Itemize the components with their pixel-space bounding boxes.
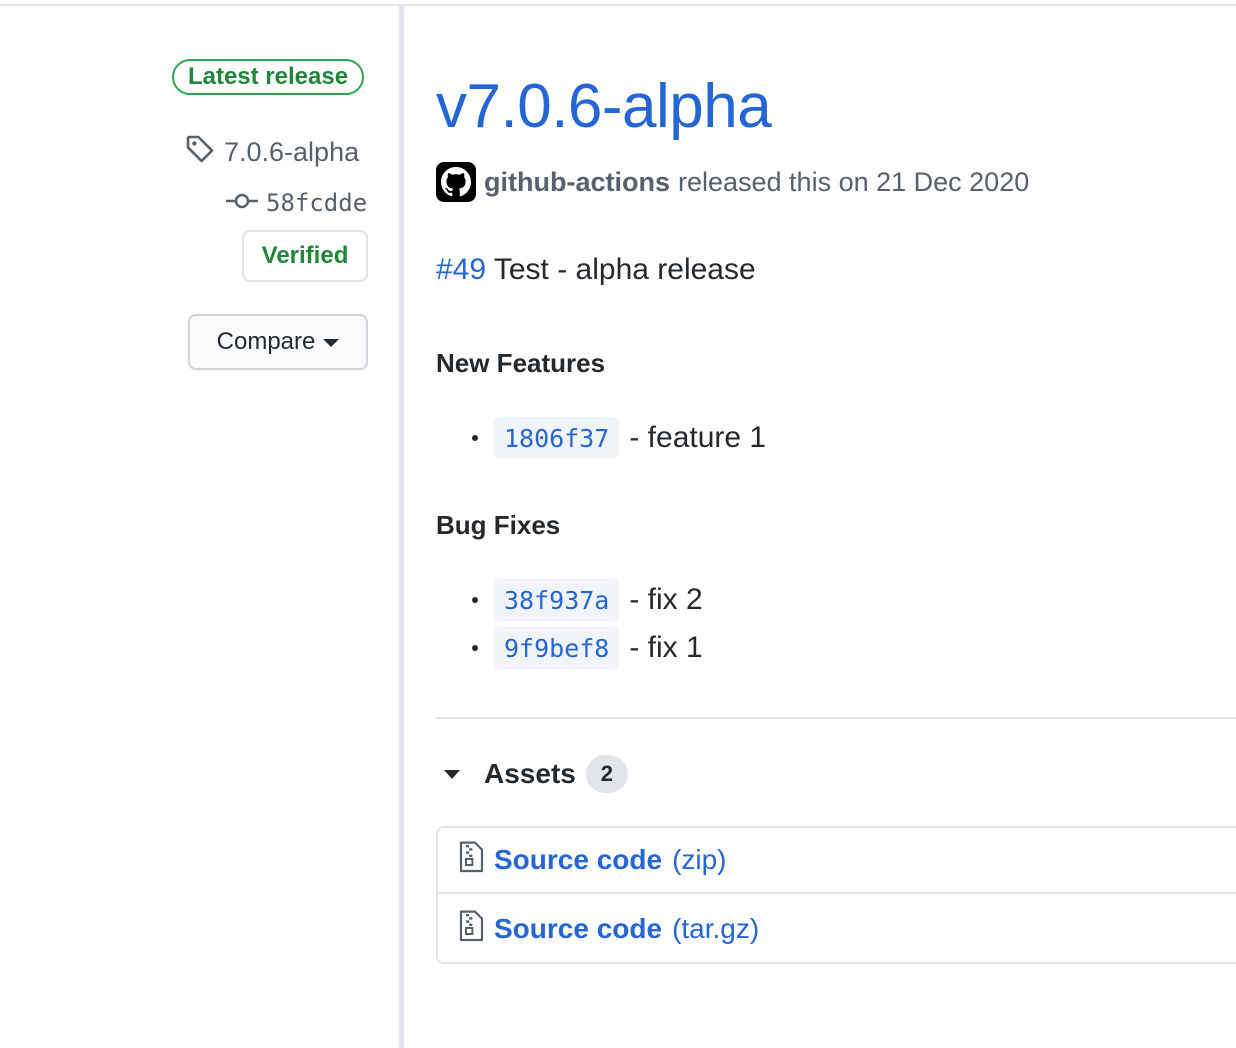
pr-link[interactable]: #49 xyxy=(436,253,486,286)
tag-link[interactable]: 7.0.6-alpha xyxy=(184,132,359,172)
compare-label: Compare xyxy=(216,328,316,355)
assets-label: Assets xyxy=(484,758,576,789)
bullet xyxy=(472,645,478,651)
asset-ext[interactable]: (zip) xyxy=(672,844,726,876)
triangle-down-icon xyxy=(444,769,460,779)
asset-name[interactable]: Source code xyxy=(494,913,662,945)
file-zip-icon xyxy=(458,841,484,880)
asset-ext[interactable]: (tar.gz) xyxy=(672,913,759,945)
release-title[interactable]: v7.0.6-alpha xyxy=(436,68,772,146)
section-heading-features: New Features xyxy=(436,348,606,378)
list-item: 9f9bef8 - fix 1 xyxy=(472,627,703,669)
commit-icon xyxy=(226,189,258,217)
asset-name[interactable]: Source code xyxy=(494,844,662,876)
bullet xyxy=(472,435,478,441)
commit-sha-link[interactable]: 1806f37 xyxy=(494,417,620,459)
verified-badge[interactable]: Verified xyxy=(242,230,368,282)
github-logo-icon[interactable] xyxy=(436,162,476,202)
release-date-text: released this on 21 Dec 2020 xyxy=(677,166,1030,197)
release-sidebar: Latest release 7.0.6-alpha 58fcdde Verif… xyxy=(0,0,399,1048)
asset-item-targz[interactable]: Source code (tar.gz) xyxy=(438,896,1236,962)
compare-button[interactable]: Compare xyxy=(188,314,368,370)
assets-toggle[interactable]: Assets 2 xyxy=(436,752,628,796)
assets-list: Source code (zip) Source code (tar.gz) xyxy=(436,826,1236,964)
asset-item-zip[interactable]: Source code (zip) xyxy=(438,828,1236,894)
release-author[interactable]: github-actions xyxy=(484,167,670,198)
bullet xyxy=(472,597,478,603)
section-divider xyxy=(436,717,1236,719)
pr-summary: #49 Test - alpha release xyxy=(436,253,756,287)
section-heading-bug-fixes: Bug Fixes xyxy=(436,510,561,540)
latest-release-label: Latest release xyxy=(187,63,349,90)
tag-name: 7.0.6-alpha xyxy=(224,136,360,167)
item-text: - fix 2 xyxy=(629,583,703,616)
assets-count-badge: 2 xyxy=(585,755,628,793)
release-byline: github-actions released this on 21 Dec 2… xyxy=(436,160,1029,204)
item-text: - fix 1 xyxy=(629,631,703,664)
sidebar-divider xyxy=(399,6,404,1048)
commit-sha: 58fcdde xyxy=(266,189,368,217)
pr-title: Test - alpha release xyxy=(493,253,756,286)
commit-sha-link[interactable]: 9f9bef8 xyxy=(494,627,620,669)
list-item: 1806f37 - feature 1 xyxy=(472,417,766,459)
release-body: v7.0.6-alpha github-actions released thi… xyxy=(436,0,1236,1048)
latest-release-badge: Latest release xyxy=(172,59,364,95)
item-text: - feature 1 xyxy=(629,421,767,454)
commit-link[interactable]: 58fcdde xyxy=(226,186,367,220)
list-item: 38f937a - fix 2 xyxy=(472,579,703,621)
caret-down-icon xyxy=(323,339,340,347)
commit-sha-link[interactable]: 38f937a xyxy=(494,579,620,621)
file-zip-icon xyxy=(458,910,484,949)
verified-label: Verified xyxy=(261,242,349,269)
tag-icon xyxy=(184,133,216,172)
